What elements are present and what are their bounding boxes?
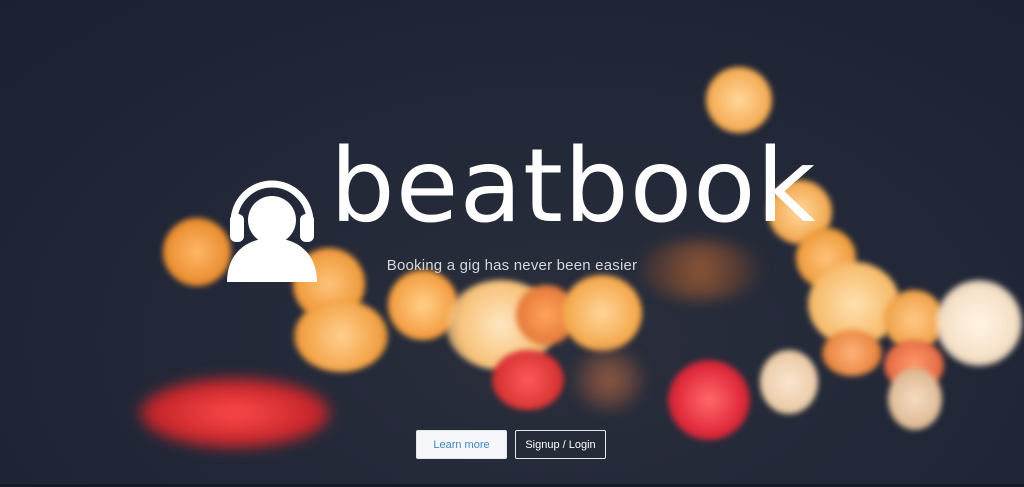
bokeh-light: [888, 368, 942, 430]
bokeh-light: [294, 300, 388, 372]
bokeh-light: [492, 350, 564, 410]
bokeh-light: [936, 280, 1022, 366]
tagline: Booking a gig has never been easier: [386, 257, 638, 274]
learn-more-button[interactable]: Learn more: [416, 430, 507, 459]
bokeh-light: [574, 350, 644, 410]
bokeh-light: [760, 350, 818, 414]
bokeh-light: [163, 218, 231, 286]
bokeh-light: [822, 330, 882, 376]
bokeh-light: [668, 360, 750, 440]
bokeh-light: [140, 378, 330, 448]
brand-name: beatbook: [330, 127, 817, 246]
bokeh-light: [706, 67, 772, 133]
hero-section: beatbook Booking a gig has never been ea…: [0, 0, 1024, 487]
signup-login-button[interactable]: Signup / Login: [515, 430, 606, 459]
